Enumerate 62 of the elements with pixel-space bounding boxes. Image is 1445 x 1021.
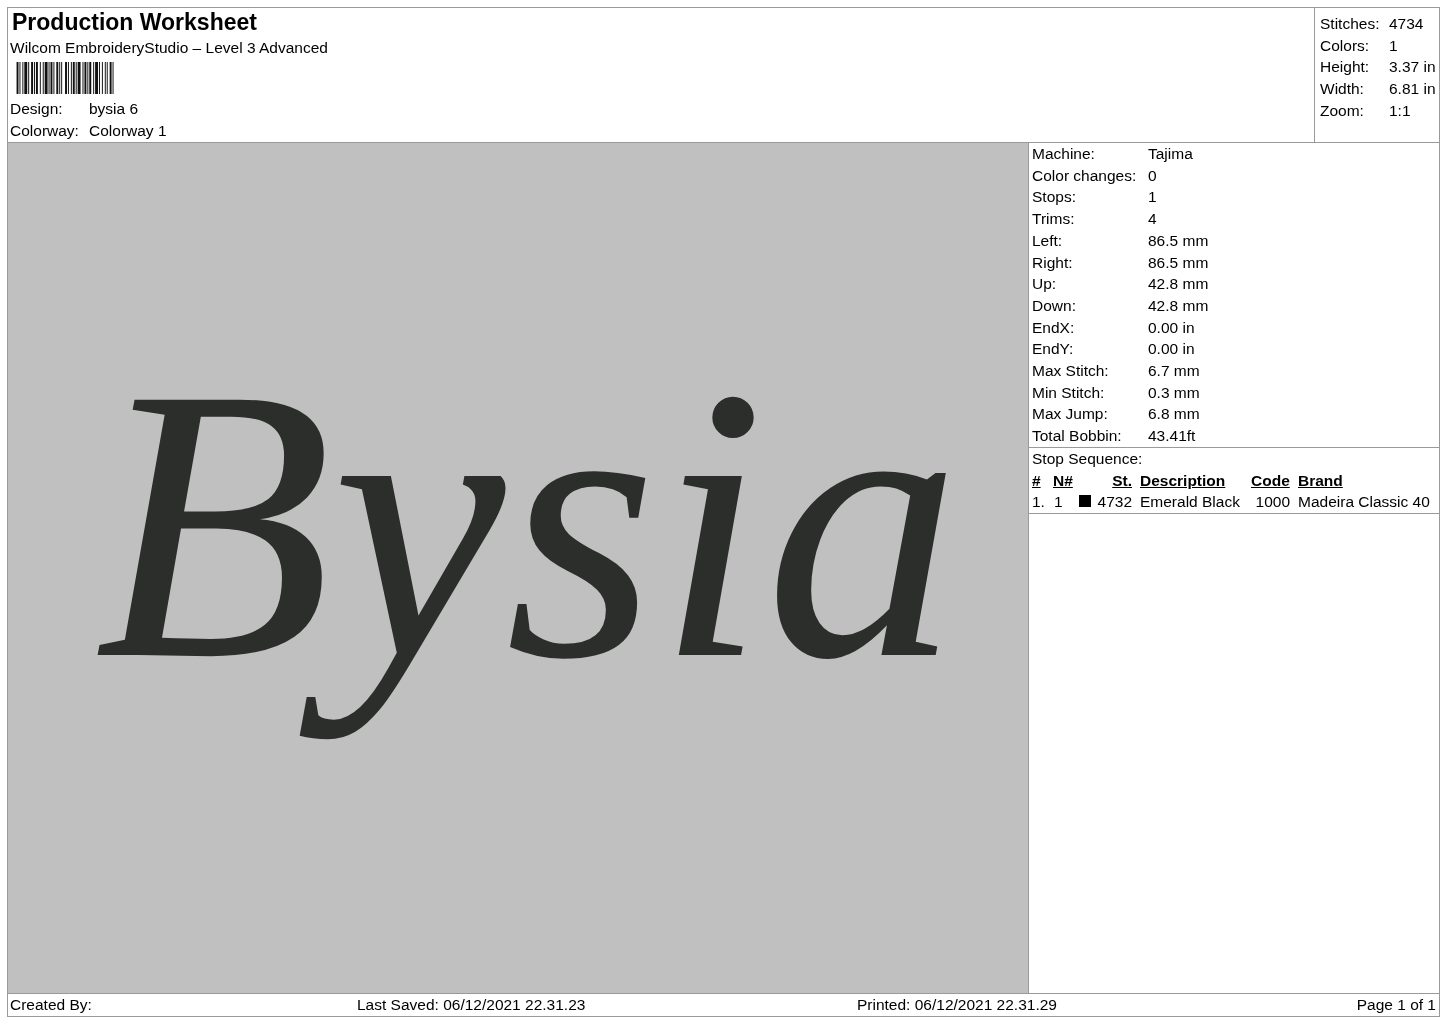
stat-value: 1 bbox=[1389, 35, 1399, 56]
detail-value: 86.5 mm bbox=[1148, 230, 1210, 251]
printed-text: Printed: 06/12/2021 22.31.29 bbox=[857, 995, 1058, 1015]
table-cell-text: 1. bbox=[1032, 492, 1045, 513]
detail-value: 6.8 mm bbox=[1148, 404, 1201, 425]
stat-label: Colors: bbox=[1320, 35, 1371, 56]
detail-value: 0 bbox=[1148, 165, 1158, 186]
field-label: Design: bbox=[10, 99, 64, 119]
table-cell-text: 1000 bbox=[1255, 492, 1291, 513]
software-name: Wilcom EmbroideryStudio – Level 3 Advanced bbox=[10, 38, 328, 58]
stat-value: 1:1 bbox=[1389, 100, 1412, 121]
created-by-label: Created By: bbox=[10, 995, 93, 1015]
stat-value: 3.37 in bbox=[1389, 57, 1437, 78]
table-cell-text: 4732 bbox=[1097, 492, 1132, 513]
column-header: Brand bbox=[1297, 470, 1343, 491]
detail-value: 0.00 in bbox=[1148, 317, 1196, 338]
detail-label: Left: bbox=[1032, 230, 1064, 251]
detail-value: 6.7 mm bbox=[1148, 361, 1201, 382]
stat-value: 4734 bbox=[1389, 14, 1425, 34]
detail-label: Machine: bbox=[1032, 144, 1096, 164]
detail-value: 4 bbox=[1148, 209, 1158, 230]
section-heading: Stop Sequence: bbox=[1032, 448, 1144, 469]
worksheet-title: Production Worksheet bbox=[11, 9, 257, 36]
column-header: Code bbox=[1251, 470, 1290, 491]
detail-value: 42.8 mm bbox=[1148, 295, 1210, 316]
detail-value: 42.8 mm bbox=[1148, 274, 1210, 295]
detail-label: EndX: bbox=[1032, 317, 1076, 338]
table-cell-text: Madeira Classic 40 bbox=[1297, 492, 1430, 513]
field-value: bysia 6 bbox=[89, 99, 139, 119]
detail-label: Up: bbox=[1032, 274, 1058, 295]
stat-label: Zoom: bbox=[1320, 100, 1365, 121]
column-header: Description bbox=[1139, 470, 1226, 491]
detail-label: Max Jump: bbox=[1032, 404, 1109, 425]
stat-value: 6.81 in bbox=[1389, 79, 1437, 100]
column-header: St. bbox=[1112, 470, 1132, 491]
detail-label: Min Stitch: bbox=[1032, 382, 1106, 403]
table-cell-text: Emerald Black bbox=[1139, 492, 1240, 513]
detail-label: Total Bobbin: bbox=[1032, 426, 1123, 447]
detail-label: Trims: bbox=[1032, 209, 1076, 230]
last-saved-text: Last Saved: 06/12/2021 22.31.23 bbox=[357, 995, 587, 1015]
table-cell-text: 1 bbox=[1053, 492, 1063, 513]
detail-label: Down: bbox=[1032, 295, 1077, 316]
detail-label: Color changes: bbox=[1032, 165, 1138, 186]
column-header: N# bbox=[1053, 470, 1073, 491]
detail-value: 86.5 mm bbox=[1148, 252, 1210, 273]
detail-label: EndY: bbox=[1032, 339, 1075, 360]
detail-value: Tajima bbox=[1148, 144, 1194, 164]
detail-value: 43.41ft bbox=[1148, 426, 1197, 447]
field-label: Colorway: bbox=[10, 121, 80, 141]
detail-label: Max Stitch: bbox=[1032, 361, 1110, 382]
embroidery-text: Bysia bbox=[93, 306, 962, 742]
page-number: Page 1 of 1 bbox=[1356, 995, 1436, 1015]
stat-label: Width: bbox=[1320, 79, 1365, 100]
detail-value: 0.00 in bbox=[1148, 339, 1196, 360]
field-value: Colorway 1 bbox=[89, 121, 167, 141]
stat-label: Stitches: bbox=[1320, 14, 1381, 34]
detail-label: Right: bbox=[1032, 252, 1074, 273]
stat-label: Height: bbox=[1320, 57, 1371, 78]
detail-value: 0.3 mm bbox=[1148, 382, 1201, 403]
detail-label: Stops: bbox=[1032, 187, 1077, 208]
detail-value: 1 bbox=[1148, 187, 1158, 208]
column-header: # bbox=[1032, 470, 1041, 491]
